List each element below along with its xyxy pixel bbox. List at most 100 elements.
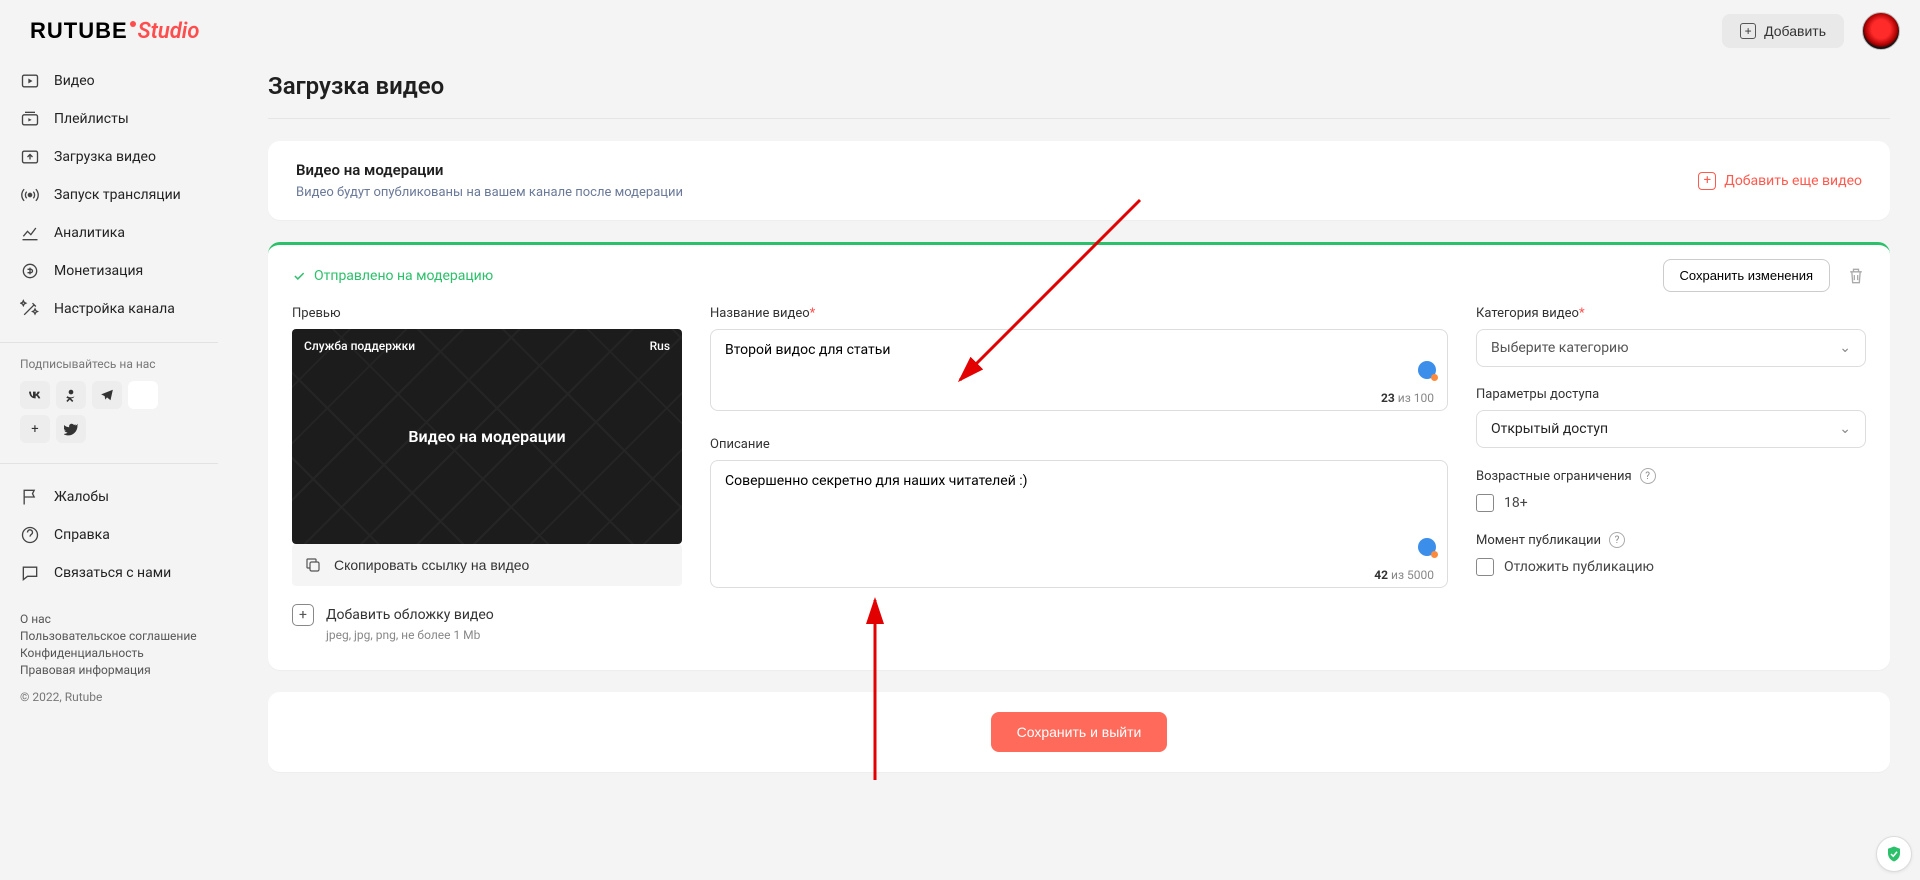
logo-dot-icon — [130, 21, 136, 27]
logo[interactable]: RUTUBE Studio — [30, 18, 199, 44]
divider — [0, 463, 218, 464]
sidebar-item-label: Монетизация — [54, 263, 143, 279]
sidebar-item-label: Справка — [54, 527, 110, 543]
sidebar-item-contact[interactable]: Связаться с нами — [0, 554, 218, 592]
moderation-title: Видео на модерации — [296, 161, 683, 179]
form-grid: Превью Служба поддержки Rus Видео на мод… — [268, 306, 1890, 670]
sidebar-item-video[interactable]: Видео — [0, 62, 218, 100]
telegram-icon[interactable] — [92, 381, 122, 409]
thumb-top-right: Rus — [650, 339, 670, 353]
add-button-label: Добавить — [1764, 23, 1826, 39]
footer-terms[interactable]: Пользовательское соглашение — [20, 629, 198, 643]
sidebar-item-label: Загрузка видео — [54, 149, 156, 165]
check-icon — [292, 269, 306, 283]
save-exit-button[interactable]: Сохранить и выйти — [991, 712, 1168, 752]
subscribe-title: Подписывайтесь на нас — [0, 357, 218, 381]
video-thumbnail[interactable]: Служба поддержки Rus Видео на модерации — [292, 329, 682, 544]
defer-checkbox-label: Отложить публикацию — [1504, 559, 1654, 575]
help-icon — [20, 525, 40, 545]
sidebar-item-label: Связаться с нами — [54, 565, 171, 581]
chevron-down-icon: ⌄ — [1839, 421, 1851, 437]
sidebar-item-upload[interactable]: Загрузка видео — [0, 138, 218, 176]
sidebar-item-monetization[interactable]: Монетизация — [0, 252, 218, 290]
moderation-card: Видео на модерации Видео будут опубликов… — [268, 141, 1890, 220]
ok-icon[interactable] — [56, 381, 86, 409]
plus-icon[interactable]: + — [20, 415, 50, 443]
vk-icon[interactable] — [20, 381, 50, 409]
copyright: © 2022, Rutube — [0, 680, 218, 714]
app-header: RUTUBE Studio + Добавить — [0, 0, 1920, 62]
sidebar-item-label: Жалобы — [54, 489, 109, 505]
category-label: Категория видео* — [1476, 306, 1866, 321]
checkbox-icon — [1476, 558, 1494, 576]
sidebar-item-complaints[interactable]: Жалобы — [0, 478, 218, 516]
add-more-video-button[interactable]: + Добавить еще видео — [1698, 172, 1862, 190]
avatar[interactable] — [1862, 12, 1900, 50]
ai-badge-icon[interactable] — [1418, 538, 1436, 556]
magic-wand-icon — [20, 299, 40, 319]
thumb-overlay-text: Видео на модерации — [408, 427, 565, 446]
video-status-bar: Отправлено на модерацию Сохранить измене… — [268, 245, 1890, 306]
security-shield-badge[interactable] — [1876, 836, 1912, 872]
add-cover-button[interactable]: + Добавить обложку видео — [292, 604, 682, 626]
age-label: Возрастные ограничения — [1476, 469, 1632, 484]
main-content: Загрузка видео Видео на модерации Видео … — [218, 62, 1920, 880]
plus-square-icon: + — [1740, 23, 1756, 39]
ai-badge-icon[interactable] — [1418, 361, 1436, 379]
chat-icon — [20, 563, 40, 583]
add-cover-label: Добавить обложку видео — [326, 607, 494, 623]
moderation-subtitle: Видео будут опубликованы на вашем канале… — [296, 185, 683, 200]
footer-privacy[interactable]: Конфиденциальность — [20, 646, 198, 660]
access-select[interactable]: Открытый доступ ⌄ — [1476, 410, 1866, 448]
category-select[interactable]: Выберите категорию ⌄ — [1476, 329, 1866, 367]
plus-square-icon: + — [292, 604, 314, 626]
footer-legal[interactable]: Правовая информация — [20, 663, 198, 677]
add-button[interactable]: + Добавить — [1722, 14, 1844, 48]
description-input[interactable] — [710, 460, 1448, 588]
shield-check-icon — [1885, 845, 1903, 863]
access-label: Параметры доступа — [1476, 387, 1866, 402]
copy-icon — [304, 556, 322, 574]
checkbox-icon — [1476, 494, 1494, 512]
logo-text-sub: Studio — [138, 19, 200, 44]
twitter-icon[interactable] — [56, 415, 86, 443]
sidebar-item-settings[interactable]: Настройка канала — [0, 290, 218, 328]
status-text: Отправлено на модерацию — [314, 268, 493, 284]
sidebar-item-label: Аналитика — [54, 225, 125, 241]
copy-link-button[interactable]: Скопировать ссылку на видео — [292, 544, 682, 586]
social-row — [0, 381, 218, 415]
sidebar-item-label: Настройка канала — [54, 301, 175, 317]
sidebar-item-help[interactable]: Справка — [0, 516, 218, 554]
flag-icon — [20, 487, 40, 507]
thumb-top-left: Служба поддержки — [304, 339, 415, 353]
status-badge: Отправлено на модерацию — [292, 268, 493, 284]
defer-checkbox-row[interactable]: Отложить публикацию — [1476, 558, 1866, 576]
help-icon[interactable]: ? — [1640, 468, 1656, 484]
title-input[interactable] — [710, 329, 1448, 411]
footer-links: О нас Пользовательское соглашение Конфид… — [0, 592, 218, 680]
category-placeholder: Выберите категорию — [1491, 340, 1629, 356]
footer-about[interactable]: О нас — [20, 612, 198, 626]
age-checkbox-row[interactable]: 18+ — [1476, 494, 1866, 512]
analytics-icon — [20, 223, 40, 243]
moment-label: Момент публикации — [1476, 533, 1601, 548]
social-more[interactable] — [128, 381, 158, 409]
save-changes-button[interactable]: Сохранить изменения — [1663, 259, 1831, 292]
sidebar-item-label: Плейлисты — [54, 111, 129, 127]
plus-square-icon: + — [1698, 172, 1716, 190]
play-rect-icon — [20, 71, 40, 91]
video-form-card: Отправлено на модерацию Сохранить измене… — [268, 242, 1890, 670]
monetization-icon — [20, 261, 40, 281]
preview-column: Превью Служба поддержки Rus Видео на мод… — [292, 306, 682, 642]
sidebar-item-stream[interactable]: Запуск трансляции — [0, 176, 218, 214]
sidebar-item-playlists[interactable]: Плейлисты — [0, 100, 218, 138]
add-more-label: Добавить еще видео — [1724, 173, 1862, 189]
trash-icon[interactable] — [1846, 266, 1866, 286]
help-icon[interactable]: ? — [1609, 532, 1625, 548]
logo-text-main: RUTUBE — [30, 18, 128, 44]
title-label: Название видео* — [710, 306, 1448, 321]
desc-counter: 42 из 5000 — [1374, 568, 1434, 582]
page-title: Загрузка видео — [268, 72, 1890, 119]
sidebar-item-analytics[interactable]: Аналитика — [0, 214, 218, 252]
access-value: Открытый доступ — [1491, 421, 1608, 437]
